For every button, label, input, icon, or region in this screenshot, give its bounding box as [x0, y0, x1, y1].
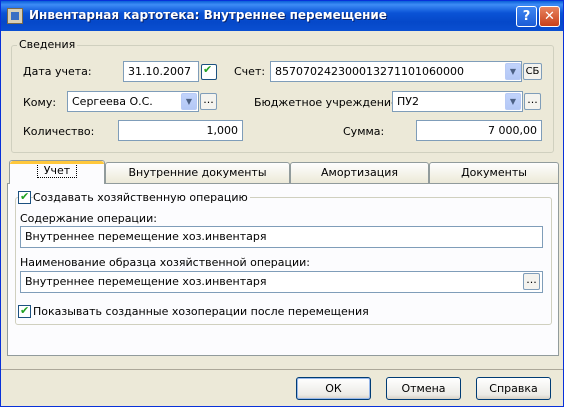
dialog-window: Инвентарная картотека: Внутреннее переме… [0, 0, 564, 407]
account-sb-button[interactable]: СБ [523, 63, 542, 80]
account-field[interactable]: 857070242300013271101060000 [270, 61, 522, 82]
template-browse-button[interactable]: ... [523, 273, 540, 290]
to-browse-button[interactable]: ... [200, 93, 217, 110]
date-checkbox[interactable] [201, 63, 217, 80]
content-label: Содержание операции: [20, 212, 157, 225]
app-icon [7, 8, 23, 24]
tab-amortization-label: Амортизация [321, 166, 398, 179]
institution-label: Бюджетное учреждение: [254, 96, 402, 109]
tab-internal-documents[interactable]: Внутренние документы [105, 162, 290, 183]
tab-amortization[interactable]: Амортизация [290, 162, 429, 183]
account-dropdown-icon[interactable]: ▼ [505, 63, 521, 80]
help-title-button[interactable]: ? [516, 6, 537, 27]
window-title: Инвентарная картотека: Внутреннее переме… [29, 8, 387, 22]
create-operation-label[interactable]: Создавать хозяйственную операцию [33, 191, 250, 204]
date-field[interactable]: 31.10.2007 [123, 61, 199, 82]
quantity-label: Количество: [23, 125, 95, 138]
sum-field[interactable]: 7 000,00 [416, 120, 542, 141]
create-operation-checkbox[interactable] [18, 190, 31, 204]
institution-field[interactable]: ПУ2 [392, 91, 523, 112]
footer-separator [1, 369, 563, 370]
institution-browse-button[interactable]: ... [524, 93, 541, 110]
tab-uchet[interactable]: Учет [9, 160, 105, 184]
close-button[interactable]: ✕ [539, 6, 560, 27]
tab-control: Учет Внутренние документы Амортизация До… [7, 160, 559, 356]
tab-documents[interactable]: Документы [429, 162, 559, 183]
to-dropdown-icon[interactable]: ▼ [181, 93, 197, 110]
template-label: Наименование образца хозяйственной опера… [20, 256, 311, 269]
institution-dropdown-icon[interactable]: ▼ [505, 93, 521, 110]
title-bar[interactable]: Инвентарная картотека: Внутреннее переме… [1, 1, 563, 31]
details-legend: Сведения [17, 38, 78, 51]
date-label: Дата учета: [23, 65, 92, 78]
account-label: Счет: [234, 65, 266, 78]
tab-documents-label: Документы [461, 166, 527, 179]
show-created-checkbox[interactable] [18, 304, 31, 318]
tab-panel-uchet: Создавать хозяйственную операцию Содержа… [7, 183, 559, 356]
to-label: Кому: [23, 96, 57, 109]
tab-uchet-label: Учет [36, 163, 78, 178]
tab-internal-documents-label: Внутренние документы [128, 166, 267, 179]
ok-button[interactable]: ОК [296, 377, 371, 400]
content-field[interactable]: Внутреннее перемещение хоз.инвентаря [20, 226, 543, 248]
to-field[interactable]: Сергеева О.С. [67, 91, 199, 112]
show-created-label[interactable]: Показывать созданные хозоперации после п… [33, 305, 369, 318]
sum-label: Сумма: [343, 125, 385, 138]
template-field[interactable]: Внутреннее перемещение хоз.инвентаря [20, 271, 543, 293]
quantity-field[interactable]: 1,000 [118, 120, 243, 141]
help-button[interactable]: Справка [476, 377, 551, 400]
cancel-button[interactable]: Отмена [386, 377, 461, 400]
